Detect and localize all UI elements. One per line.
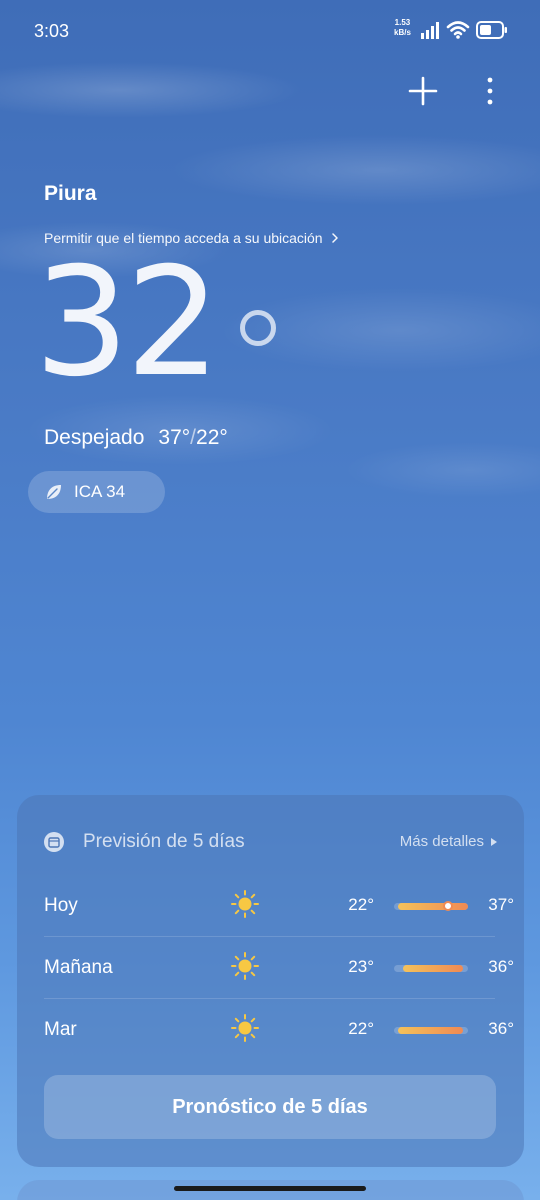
- leaf-icon: [47, 485, 61, 499]
- chevron-right-icon: [331, 233, 338, 243]
- temperature-range-fill: [398, 1027, 464, 1034]
- sun-icon: [230, 951, 260, 981]
- current-temperature: 32: [34, 236, 221, 410]
- network-speed-unit: kB/s: [394, 28, 411, 37]
- degree-symbol: [240, 310, 276, 346]
- forecast-high: 36°: [488, 957, 514, 976]
- forecast-day-name: Hoy: [44, 895, 78, 916]
- range-separator: /: [190, 426, 197, 449]
- network-speed-value: 1.53: [394, 18, 411, 27]
- forecast-day-name: Mar: [44, 1019, 77, 1040]
- status-bar: 3:03 1.53 kB/s: [0, 0, 540, 62]
- forecast-card: Previsión de 5 días Más detalles Hoy 22° 3…: [17, 795, 524, 1167]
- aqi-chip[interactable]: ICA 34: [28, 471, 165, 513]
- high-low-range: 37°/22°: [158, 426, 227, 450]
- forecast-row[interactable]: Hoy 22° 37°: [44, 875, 514, 937]
- forecast-low: 23°: [348, 957, 374, 976]
- forecast-title: Previsión de 5 días: [83, 831, 245, 852]
- wifi-icon: [446, 21, 470, 39]
- temperature-range-fill: [398, 903, 468, 910]
- current-condition-row: Despejado 37°/22°: [44, 426, 228, 450]
- calendar-icon: [44, 832, 64, 852]
- city-name: Piura: [44, 182, 97, 205]
- forecast-high: 37°: [488, 895, 514, 914]
- triangle-right-icon: [491, 837, 497, 846]
- network-speed: 1.53 kB/s: [394, 18, 411, 38]
- forecast-day-name: Mañana: [44, 957, 113, 978]
- forecast-header: Previsión de 5 días Más detalles: [43, 829, 498, 857]
- temperature-range-bar: [394, 1027, 468, 1034]
- today-low: 22°: [196, 426, 228, 449]
- weather-condition: Despejado: [44, 426, 145, 449]
- battery-icon: [476, 21, 507, 39]
- forecast-low: 22°: [348, 895, 374, 914]
- five-day-forecast-button[interactable]: Pronóstico de 5 días: [44, 1075, 496, 1139]
- sun-icon: [230, 1013, 260, 1043]
- forecast-row[interactable]: Mañana 23° 36°: [44, 937, 514, 999]
- signal-icon: [421, 22, 439, 39]
- forecast-row[interactable]: Mar 22° 36°: [44, 999, 514, 1061]
- temperature-range-bar: [394, 965, 468, 972]
- more-details-link[interactable]: Más detalles: [400, 833, 498, 850]
- sun-icon: [230, 889, 260, 919]
- more-details-label: Más detalles: [399, 833, 484, 850]
- five-day-forecast-button-label: Pronóstico de 5 días: [172, 1095, 368, 1118]
- today-high: 37°: [158, 426, 191, 449]
- aqi-label: ICA 34: [74, 482, 126, 501]
- add-city-button[interactable]: [406, 74, 440, 108]
- forecast-high: 36°: [488, 1019, 514, 1038]
- temperature-range-fill: [402, 965, 464, 972]
- status-time: 3:03: [34, 21, 70, 41]
- more-options-button[interactable]: [476, 74, 504, 108]
- temperature-range-bar: [394, 901, 468, 911]
- forecast-low: 22°: [348, 1019, 374, 1038]
- home-indicator[interactable]: [174, 1186, 366, 1191]
